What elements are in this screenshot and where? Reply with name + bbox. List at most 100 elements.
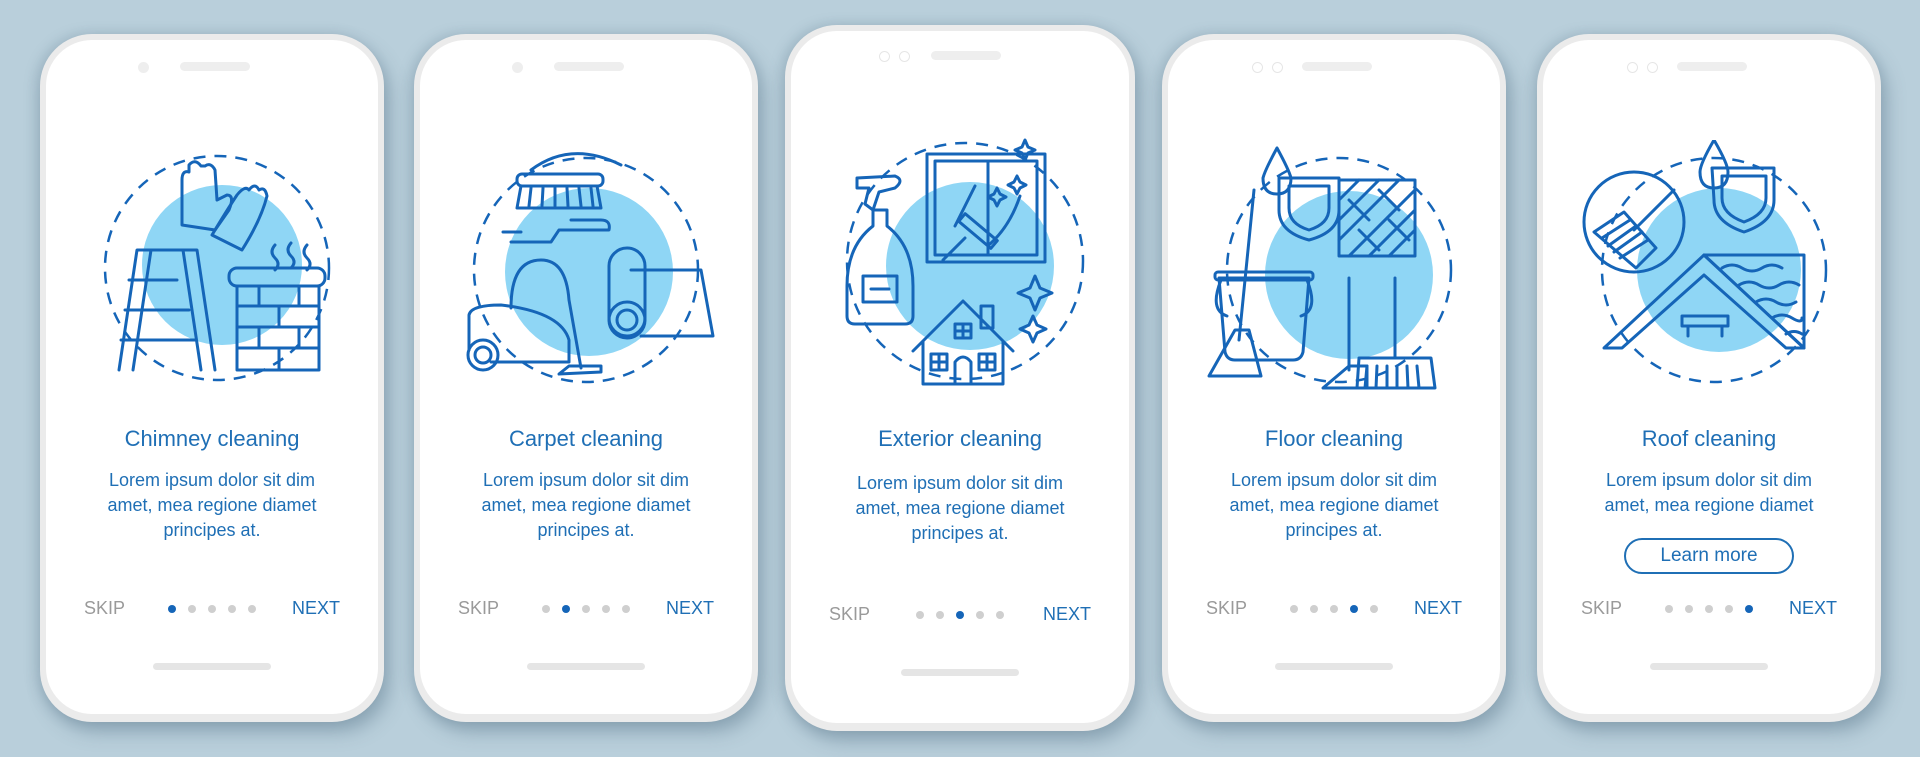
screen-description: Lorem ipsum dolor sit dim amet, mea regi… xyxy=(420,468,752,543)
page-dot-active[interactable] xyxy=(562,605,570,613)
phone-chimney-cleaning: Chimney cleaning Lorem ipsum dolor sit d… xyxy=(40,34,384,722)
roof-cleaning-illustration xyxy=(1582,140,1828,384)
description-line: Lorem ipsum dolor sit dim xyxy=(1230,470,1438,490)
screen-title: Roof cleaning xyxy=(1641,426,1777,451)
learn-more-button[interactable]: Learn more xyxy=(1624,538,1794,574)
page-dot[interactable] xyxy=(1685,605,1693,613)
page-dot[interactable] xyxy=(188,605,196,613)
proximity-sensor xyxy=(899,51,910,62)
home-indicator xyxy=(1650,663,1768,670)
description-line: Lorem ipsum dolor sit dim xyxy=(108,470,316,490)
page-indicator xyxy=(1665,605,1753,613)
description-line: principes at. xyxy=(911,523,1009,543)
screen-description: Lorem ipsum dolor sit dim amet, mea regi… xyxy=(1168,468,1500,543)
page-dot[interactable] xyxy=(1725,605,1733,613)
home-indicator xyxy=(527,663,645,670)
description-line: principes at. xyxy=(163,520,261,540)
home-indicator xyxy=(1275,663,1393,670)
phone-carpet-cleaning: Carpet cleaning Lorem ipsum dolor sit di… xyxy=(414,34,758,722)
screen-title: Carpet cleaning xyxy=(508,426,664,451)
onboarding-screen: Roof cleaning Lorem ipsum dolor sit dim … xyxy=(1543,40,1875,714)
proximity-sensor xyxy=(1647,62,1658,73)
next-button[interactable]: NEXT xyxy=(1789,598,1837,619)
onboarding-screen: Floor cleaning Lorem ipsum dolor sit dim… xyxy=(1168,40,1500,714)
page-dot-active[interactable] xyxy=(1745,605,1753,613)
screen-description: Lorem ipsum dolor sit dim amet, mea regi… xyxy=(1543,468,1875,518)
speaker-grille xyxy=(554,62,624,71)
description-line: Lorem ipsum dolor sit dim xyxy=(856,473,1064,493)
description-line: amet, mea regione diamet xyxy=(855,498,1065,518)
page-dot[interactable] xyxy=(976,611,984,619)
onboarding-nav: SKIP NEXT xyxy=(791,604,1129,628)
description-line: Lorem ipsum dolor sit dim xyxy=(482,470,690,490)
front-camera xyxy=(879,51,890,62)
screen-title: Exterior cleaning xyxy=(878,426,1042,451)
next-button[interactable]: NEXT xyxy=(292,598,340,619)
phone-exterior-cleaning: Exterior cleaning Lorem ipsum dolor sit … xyxy=(785,25,1135,731)
next-button[interactable]: NEXT xyxy=(1043,604,1091,625)
onboarding-screen: Exterior cleaning Lorem ipsum dolor sit … xyxy=(791,31,1129,723)
skip-button[interactable]: SKIP xyxy=(829,604,870,625)
page-dot-active[interactable] xyxy=(168,605,176,613)
description-line: amet, mea regione diamet xyxy=(1229,495,1439,515)
onboarding-screen: Carpet cleaning Lorem ipsum dolor sit di… xyxy=(420,40,752,714)
page-dot-active[interactable] xyxy=(956,611,964,619)
front-camera xyxy=(512,62,523,73)
description-line: amet, mea regione diamet xyxy=(481,495,691,515)
page-dot[interactable] xyxy=(602,605,610,613)
page-dot[interactable] xyxy=(996,611,1004,619)
speaker-grille xyxy=(1302,62,1372,71)
skip-button[interactable]: SKIP xyxy=(84,598,125,619)
next-button[interactable]: NEXT xyxy=(1414,598,1462,619)
page-dot[interactable] xyxy=(582,605,590,613)
page-indicator xyxy=(168,605,256,613)
page-dot[interactable] xyxy=(1290,605,1298,613)
phone-floor-cleaning: Floor cleaning Lorem ipsum dolor sit dim… xyxy=(1162,34,1506,722)
front-camera xyxy=(1252,62,1263,73)
page-dot-active[interactable] xyxy=(1350,605,1358,613)
page-dot[interactable] xyxy=(228,605,236,613)
skip-button[interactable]: SKIP xyxy=(1581,598,1622,619)
carpet-cleaning-illustration xyxy=(466,152,715,384)
screen-description: Lorem ipsum dolor sit dim amet, mea regi… xyxy=(46,468,378,543)
skip-button[interactable]: SKIP xyxy=(458,598,499,619)
screen-description: Lorem ipsum dolor sit dim amet, mea regi… xyxy=(791,471,1129,546)
floor-cleaning-illustration xyxy=(1207,146,1453,390)
page-dot[interactable] xyxy=(208,605,216,613)
page-dot[interactable] xyxy=(1370,605,1378,613)
page-indicator xyxy=(542,605,630,613)
page-indicator xyxy=(1290,605,1378,613)
page-dot[interactable] xyxy=(622,605,630,613)
speaker-grille xyxy=(1677,62,1747,71)
description-line: amet, mea regione diamet xyxy=(107,495,317,515)
page-dot[interactable] xyxy=(916,611,924,619)
page-dot[interactable] xyxy=(1310,605,1318,613)
page-dot[interactable] xyxy=(1665,605,1673,613)
onboarding-nav: SKIP NEXT xyxy=(46,598,378,622)
skip-button[interactable]: SKIP xyxy=(1206,598,1247,619)
page-dot[interactable] xyxy=(542,605,550,613)
next-button[interactable]: NEXT xyxy=(666,598,714,619)
screen-title: Chimney cleaning xyxy=(124,426,300,451)
illustration-circle xyxy=(505,188,673,356)
description-line: amet, mea regione diamet xyxy=(1604,495,1814,515)
screen-title: Floor cleaning xyxy=(1264,426,1404,451)
description-line: principes at. xyxy=(537,520,635,540)
page-dot[interactable] xyxy=(1705,605,1713,613)
proximity-sensor xyxy=(1272,62,1283,73)
onboarding-nav: SKIP NEXT xyxy=(1543,598,1875,622)
description-line: principes at. xyxy=(1285,520,1383,540)
description-line: Lorem ipsum dolor sit dim xyxy=(1605,470,1813,490)
page-indicator xyxy=(916,611,1004,619)
page-dot[interactable] xyxy=(1330,605,1338,613)
exterior-cleaning-illustration xyxy=(845,138,1085,386)
onboarding-screen: Chimney cleaning Lorem ipsum dolor sit d… xyxy=(46,40,378,714)
page-dot[interactable] xyxy=(248,605,256,613)
home-indicator xyxy=(153,663,271,670)
home-indicator xyxy=(901,669,1019,676)
onboarding-nav: SKIP NEXT xyxy=(1168,598,1500,622)
speaker-grille xyxy=(180,62,250,71)
front-camera xyxy=(1627,62,1638,73)
chimney-cleaning-illustration xyxy=(103,154,331,382)
page-dot[interactable] xyxy=(936,611,944,619)
